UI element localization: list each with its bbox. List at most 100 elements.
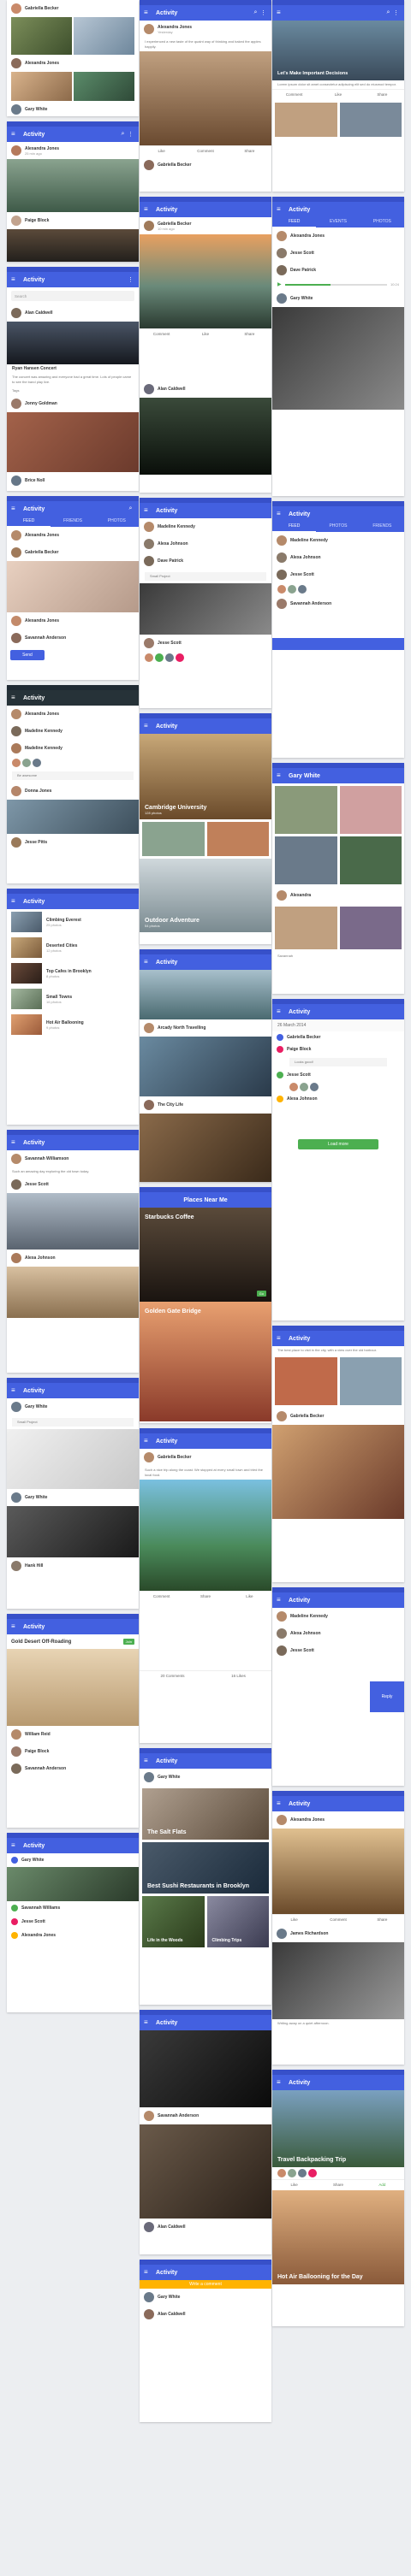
like-button[interactable]: Like: [272, 2180, 316, 2190]
search-input[interactable]: Search: [11, 291, 134, 301]
comment-button[interactable]: Comment: [272, 90, 316, 100]
list-item[interactable]: Madeline Kennedy: [7, 723, 139, 740]
photo[interactable]: [275, 1357, 337, 1405]
list-item[interactable]: Alexandra: [272, 887, 404, 904]
join-button[interactable]: Join: [122, 1639, 134, 1645]
photo[interactable]: [206, 822, 269, 856]
hero-image[interactable]: Let's Make Important Decisions: [272, 21, 404, 80]
search-icon[interactable]: ⌕: [384, 9, 392, 16]
list-item[interactable]: Alexandra Jones: [7, 612, 139, 629]
add-button[interactable]: Add: [360, 2180, 404, 2190]
list-item[interactable]: Savannah Williamson: [7, 1150, 139, 1167]
search-icon[interactable]: ⌕: [127, 505, 134, 512]
tab-feed[interactable]: FEED: [7, 517, 51, 527]
list-item[interactable]: Alexa Johnson: [7, 1250, 139, 1267]
avatar[interactable]: [298, 2169, 307, 2177]
avatar[interactable]: [288, 2169, 296, 2177]
photo[interactable]: [11, 17, 72, 55]
photo[interactable]: [272, 1425, 404, 1519]
tab-photos[interactable]: PHOTOS: [95, 517, 139, 527]
list-item[interactable]: Madeline Kennedy: [140, 518, 271, 535]
list-item[interactable]: Alexandra Jones 25 min ago: [7, 142, 139, 159]
like-button[interactable]: Like: [183, 329, 227, 340]
photo[interactable]: [7, 1193, 139, 1250]
photo[interactable]: [140, 398, 271, 475]
comments-count[interactable]: 20 Comments: [140, 1671, 206, 1681]
photo[interactable]: [140, 234, 271, 328]
hamburger-menu-icon[interactable]: ≡: [277, 206, 283, 213]
photo[interactable]: [74, 72, 134, 101]
hamburger-menu-icon[interactable]: ≡: [277, 1800, 283, 1807]
comment-button[interactable]: Comment: [140, 329, 183, 340]
photo[interactable]: [7, 159, 139, 212]
list-item[interactable]: Arcady North Travelling: [140, 1019, 271, 1037]
list-item[interactable]: Paige Block: [272, 1043, 404, 1055]
search-icon[interactable]: ⌕: [252, 9, 259, 16]
search-icon[interactable]: ⌕: [119, 131, 127, 138]
list-item[interactable]: Dave Patrick: [272, 262, 404, 279]
list-item[interactable]: Savannah Anderson: [7, 629, 139, 647]
list-item[interactable]: Savannah Anderson: [140, 2107, 271, 2124]
list-item[interactable]: Jesse Scott: [272, 1069, 404, 1081]
list-item[interactable]: Alexandra Jones: [7, 1929, 139, 1942]
list-item[interactable]: Jesse Scott: [7, 1915, 139, 1929]
list-item[interactable]: Gabriella Becker: [272, 1408, 404, 1425]
place-card[interactable]: Starbucks Coffee Go: [140, 1208, 271, 1302]
list-item[interactable]: Brice Noll: [7, 472, 139, 489]
photo[interactable]: [7, 412, 139, 472]
avatar[interactable]: [145, 653, 153, 662]
hamburger-menu-icon[interactable]: ≡: [144, 507, 151, 514]
hamburger-menu-icon[interactable]: ≡: [277, 511, 283, 517]
share-button[interactable]: Share: [316, 2180, 360, 2190]
photo[interactable]: [140, 1114, 271, 1182]
photo[interactable]: [140, 583, 271, 635]
tab-feed[interactable]: FEED: [272, 522, 317, 532]
list-item[interactable]: Alexa Johnson: [272, 549, 404, 566]
hamburger-menu-icon[interactable]: ≡: [277, 772, 283, 779]
list-item[interactable]: Gabriella Becker: [140, 1449, 271, 1466]
likes-count[interactable]: 16 Likes: [206, 1671, 271, 1681]
guide-card[interactable]: Best Sushi Restaurants in Brooklyn: [142, 1842, 269, 1894]
like-button[interactable]: Like: [140, 146, 183, 157]
photo[interactable]: [140, 2030, 271, 2107]
photo[interactable]: [11, 72, 72, 101]
list-item[interactable]: Hank Hill: [7, 1557, 139, 1575]
photo[interactable]: [275, 786, 337, 834]
photo[interactable]: [140, 970, 271, 1019]
photo[interactable]: [339, 836, 402, 884]
photo[interactable]: [339, 1357, 402, 1405]
list-item[interactable]: Alexa Johnson: [272, 1625, 404, 1642]
hamburger-menu-icon[interactable]: ≡: [277, 9, 283, 16]
guide-card[interactable]: Climbing Trips: [206, 1896, 269, 1947]
photo[interactable]: [272, 307, 404, 410]
photo[interactable]: [275, 103, 337, 137]
list-item[interactable]: Gary White: [7, 1398, 139, 1415]
tab-photos[interactable]: PHOTOS: [360, 217, 404, 227]
list-item[interactable]: Jonny Goldman: [7, 395, 139, 412]
hamburger-menu-icon[interactable]: ≡: [144, 723, 151, 730]
more-vert-icon[interactable]: ⋮: [392, 9, 400, 16]
like-button[interactable]: Like: [316, 90, 360, 100]
avatar[interactable]: [310, 1083, 319, 1091]
list-item[interactable]: Alan Caldwell: [140, 381, 271, 398]
hamburger-menu-icon[interactable]: ≡: [11, 1387, 18, 1394]
avatar[interactable]: [277, 2169, 286, 2177]
list-item[interactable]: Alexandra Jones: [7, 527, 139, 544]
avatar[interactable]: [298, 585, 307, 594]
guide-card[interactable]: The Salt Flats: [142, 1788, 269, 1840]
hamburger-menu-icon[interactable]: ≡: [277, 2079, 283, 2086]
share-button[interactable]: Share: [228, 146, 271, 157]
list-item[interactable]: Madeline Kennedy: [272, 532, 404, 549]
share-button[interactable]: Share: [228, 329, 271, 340]
list-item[interactable]: James Richardson: [272, 1925, 404, 1942]
list-item[interactable]: Alan Caldwell: [7, 304, 139, 322]
share-button[interactable]: Share: [360, 90, 404, 100]
list-item[interactable]: Alexandra Jones Yesterday: [140, 21, 271, 38]
hamburger-menu-icon[interactable]: ≡: [144, 2269, 151, 2276]
list-item[interactable]: Alexa Johnson: [272, 1093, 404, 1105]
more-vert-icon[interactable]: ⋮: [127, 276, 134, 283]
reply-fab[interactable]: Reply: [370, 1681, 404, 1712]
list-item[interactable]: Savannah Anderson: [272, 595, 404, 612]
photo[interactable]: [7, 1506, 139, 1557]
list-item[interactable]: Gary White: [140, 2289, 271, 2306]
